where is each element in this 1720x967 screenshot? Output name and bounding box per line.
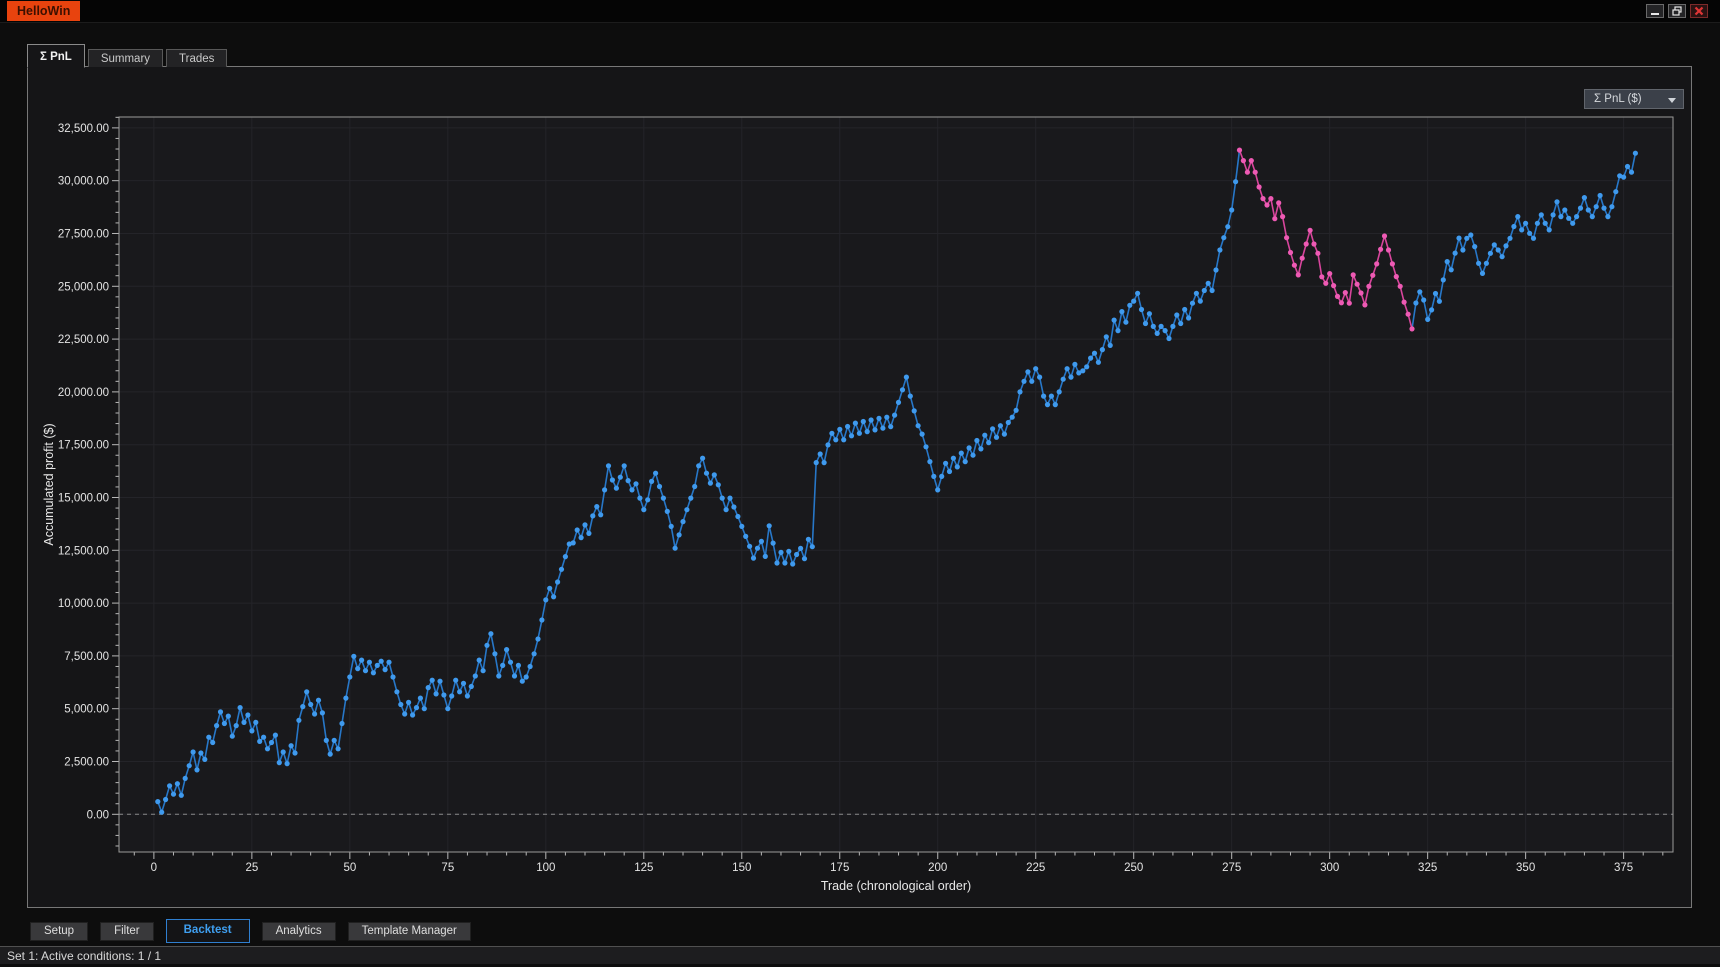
application-window: HelloWin Σ PnLSummaryTrades Σ PnL ($) 0 2… (0, 0, 1720, 967)
svg-text:275: 275 (1222, 862, 1241, 874)
svg-text:375: 375 (1614, 862, 1633, 874)
svg-text:Accumulated profit ($): Accumulated profit ($) (42, 423, 56, 545)
svg-text:50: 50 (343, 862, 356, 874)
restore-icon (1672, 6, 1682, 16)
close-button[interactable] (1690, 4, 1708, 18)
svg-text:5,000.00: 5,000.00 (64, 704, 109, 716)
svg-text:10,000.00: 10,000.00 (58, 598, 109, 610)
bottom-tab-strip: Setup Filter Backtest Analytics Template Man… (30, 919, 483, 943)
svg-text:22,500.00: 22,500.00 (58, 334, 109, 346)
app-title: HelloWin (7, 1, 80, 21)
chevron-down-icon (1668, 98, 1676, 103)
svg-text:175: 175 (830, 862, 849, 874)
series-select-value: Σ PnL ($) (1594, 93, 1642, 105)
top-tab-trades[interactable]: Trades (166, 49, 227, 67)
bottom-tab-backtest[interactable]: Backtest (166, 919, 250, 943)
svg-text:15,000.00: 15,000.00 (58, 492, 109, 504)
series-select-dropdown[interactable]: Σ PnL ($) (1584, 89, 1684, 109)
svg-text:75: 75 (441, 862, 454, 874)
minimize-button[interactable] (1646, 4, 1664, 18)
svg-text:225: 225 (1026, 862, 1045, 874)
svg-text:20,000.00: 20,000.00 (58, 387, 109, 399)
svg-text:300: 300 (1320, 862, 1339, 874)
svg-text:200: 200 (928, 862, 947, 874)
pnl-chart[interactable]: 0 25 50 75 100 125 150 175 200 225 250 275 300 325 350… (33, 72, 1688, 904)
bottom-tab-filter[interactable]: Filter (100, 922, 154, 941)
svg-text:325: 325 (1418, 862, 1437, 874)
svg-text:150: 150 (732, 862, 751, 874)
svg-text:30,000.00: 30,000.00 (58, 176, 109, 188)
top-tab-strip: Σ PnLSummaryTrades (27, 44, 230, 67)
title-bar: HelloWin (0, 0, 1720, 23)
svg-text:250: 250 (1124, 862, 1143, 874)
svg-text:32,500.00: 32,500.00 (58, 123, 109, 135)
svg-text:2,500.00: 2,500.00 (64, 756, 109, 768)
svg-text:100: 100 (536, 862, 555, 874)
svg-text:125: 125 (634, 862, 653, 874)
svg-text:0: 0 (151, 862, 157, 874)
top-tab--pnl[interactable]: Σ PnL (27, 44, 85, 68)
bottom-tab-template-manager[interactable]: Template Manager (348, 922, 471, 941)
status-bar: Set 1: Active conditions: 1 / 1 (0, 946, 1720, 964)
restore-button[interactable] (1668, 4, 1686, 18)
svg-text:25: 25 (245, 862, 258, 874)
status-text: Set 1: Active conditions: 1 / 1 (7, 949, 161, 963)
svg-text:0.00: 0.00 (87, 809, 109, 821)
svg-text:350: 350 (1516, 862, 1535, 874)
svg-text:7,500.00: 7,500.00 (64, 651, 109, 663)
top-tab-summary[interactable]: Summary (88, 49, 163, 67)
close-icon (1694, 6, 1704, 16)
bottom-tab-setup[interactable]: Setup (30, 922, 88, 941)
bottom-tab-analytics[interactable]: Analytics (262, 922, 336, 941)
svg-text:17,500.00: 17,500.00 (58, 440, 109, 452)
minimize-icon (1650, 6, 1660, 16)
svg-text:12,500.00: 12,500.00 (58, 545, 109, 557)
svg-text:25,000.00: 25,000.00 (58, 281, 109, 293)
svg-text:27,500.00: 27,500.00 (58, 228, 109, 240)
svg-text:Trade (chronological order): Trade (chronological order) (821, 879, 971, 893)
